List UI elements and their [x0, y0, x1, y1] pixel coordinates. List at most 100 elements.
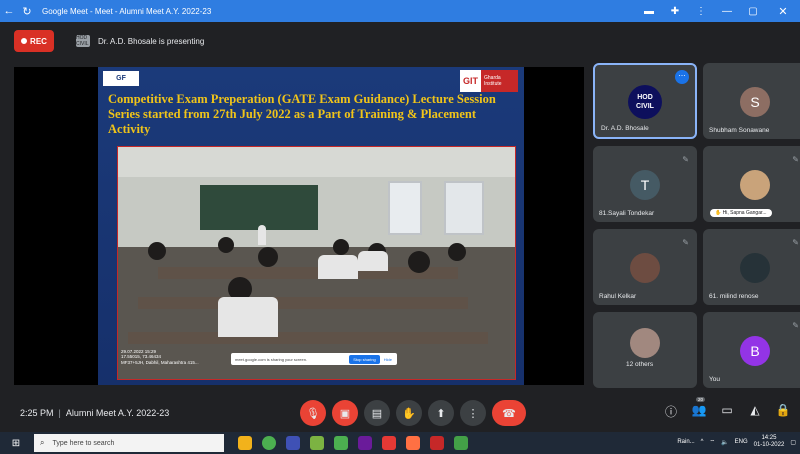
captions-button[interactable]: ▤: [364, 400, 390, 426]
participant-tile[interactable]: 12 others: [593, 312, 697, 388]
participant-tile[interactable]: ✎ B You: [703, 312, 800, 388]
avatar: [740, 253, 770, 283]
meeting-time: 2:25 PM: [20, 408, 54, 418]
cast-icon[interactable]: ▬: [636, 6, 662, 17]
language-text[interactable]: ENG: [735, 439, 748, 445]
side-panel-icons: ⓘ 👥 20 ▭ ◭ 🔒: [662, 397, 792, 420]
host-controls-icon[interactable]: 🔒: [774, 403, 792, 420]
participant-name: 61. milind renose: [709, 293, 759, 300]
classroom-photo: 29.07.2022 15:29 17.55015, 73.46434 MF37…: [117, 146, 516, 380]
chat-icon[interactable]: ▭: [718, 403, 736, 420]
more-options-icon[interactable]: ⋯: [675, 70, 689, 84]
chrome-icon[interactable]: [262, 436, 276, 450]
avatar: T: [630, 170, 660, 200]
search-placeholder: Type here to search: [52, 439, 115, 447]
institute-logo-right: GIT Gharda Institute: [460, 70, 518, 92]
close-button[interactable]: ✕: [766, 5, 800, 18]
screen-share-notice: meet.google.com is sharing your screen. …: [231, 353, 397, 365]
meeting-details-icon[interactable]: ⓘ: [662, 403, 680, 420]
present-button[interactable]: ⬆: [428, 400, 454, 426]
hand-raised-icon: ✋: [715, 210, 723, 216]
avatar: HOD CIVIL: [628, 85, 662, 119]
participant-tile[interactable]: HOD CIVIL ⋯ Dr. A.D. Bhosale: [593, 63, 697, 139]
mic-off-icon: ✎: [792, 321, 799, 330]
participant-name-chip: ✋ Hi, Sapna Gangar...: [710, 209, 772, 217]
avatar: B: [740, 336, 770, 366]
app-icon[interactable]: [358, 436, 372, 450]
separator: |: [58, 408, 61, 418]
system-tray: Rain... ^ ⌔ 🔈 ENG 14:25 01-10-2022 ▢: [677, 435, 796, 449]
participant-tile[interactable]: ✎ 61. milind renose: [703, 229, 800, 305]
stop-sharing-button[interactable]: Stop sharing: [349, 354, 380, 364]
meeting-name: Alumni Meet A.Y. 2022-23: [65, 408, 170, 418]
logo-text: Gharda Institute: [484, 75, 502, 87]
volume-icon[interactable]: 🔈: [721, 439, 728, 446]
mic-toggle-button[interactable]: 🎙: [300, 400, 326, 426]
participant-tile[interactable]: ✎ ✋ Hi, Sapna Gangar...: [703, 146, 800, 222]
participant-name: Shubham Sonawane: [709, 127, 770, 134]
camera-toggle-button[interactable]: ▣: [332, 400, 358, 426]
mic-off-icon: ✎: [792, 238, 799, 247]
raise-hand-button[interactable]: ✋: [396, 400, 422, 426]
participant-tile[interactable]: ✎ T 81.Sayali Tondekar: [593, 146, 697, 222]
people-icon[interactable]: 👥 20: [690, 397, 708, 420]
menu-icon[interactable]: ⋮: [688, 6, 714, 17]
avatar: [630, 253, 660, 283]
meeting-control-bar: 2:25 PM | Alumni Meet A.Y. 2022-23 🎙 ▣ ▤…: [0, 394, 800, 432]
mic-off-icon: ✎: [682, 155, 689, 164]
mic-off-icon: ✎: [682, 238, 689, 247]
wifi-icon[interactable]: ⌔: [709, 438, 715, 446]
app-icon[interactable]: [310, 436, 324, 450]
avatar: [630, 328, 660, 358]
share-text: meet.google.com is sharing your screen.: [235, 356, 308, 362]
tray-chevron-icon[interactable]: ^: [701, 439, 704, 445]
reload-icon[interactable]: ↻: [18, 5, 36, 18]
avatar: S: [740, 87, 770, 117]
participant-name: Rahul Kelkar: [599, 293, 637, 300]
participant-name: Dr. A.D. Bhosale: [601, 125, 649, 132]
participant-name: You: [709, 376, 720, 383]
leave-call-button[interactable]: ☎: [492, 400, 526, 426]
app-icon[interactable]: [334, 436, 348, 450]
photo-geotag: 29.07.2022 15:29 17.55015, 73.46434 MF37…: [121, 348, 199, 365]
presentation-stage: GF GIT Gharda Institute Competitive Exam…: [14, 67, 584, 385]
presenter-text: Dr. A.D. Bhosale is presenting: [98, 36, 205, 46]
record-icon: [21, 38, 28, 44]
app-icon[interactable]: [406, 436, 420, 450]
presenter-avatar-icon: HOD CIVIL: [76, 35, 90, 47]
avatar: [740, 170, 770, 200]
participant-name: 81.Sayali Tondekar: [599, 210, 655, 217]
pdf-icon[interactable]: [430, 436, 444, 450]
rec-label: REC: [30, 36, 47, 46]
weather-text[interactable]: Rain...: [677, 439, 694, 445]
participant-tile[interactable]: ✎ Rahul Kelkar: [593, 229, 697, 305]
participant-count: 20: [696, 397, 706, 402]
window-title: Google Meet - Meet - Alumni Meet A.Y. 20…: [42, 6, 212, 16]
file-explorer-icon[interactable]: [238, 436, 252, 450]
app-icon[interactable]: [382, 436, 396, 450]
extension-icon[interactable]: ✚: [662, 6, 688, 17]
more-options-button[interactable]: ⋮: [460, 400, 486, 426]
windows-start-icon[interactable]: ⊞: [6, 438, 26, 449]
logo-letters: GIT: [460, 70, 482, 92]
app-icon[interactable]: [286, 436, 300, 450]
os-taskbar: ⊞ ⌕ Type here to search Rain... ^ ⌔ 🔈 EN…: [0, 432, 800, 454]
shared-slide: GF GIT Gharda Institute Competitive Exam…: [98, 67, 524, 385]
participant-tile[interactable]: S Shubham Sonawane: [703, 63, 800, 139]
search-icon: ⌕: [40, 438, 45, 447]
participant-name: 12 others: [626, 361, 654, 368]
back-arrow-icon[interactable]: ←: [0, 5, 18, 17]
maximize-button[interactable]: ▢: [740, 6, 766, 17]
hide-button[interactable]: Hide: [384, 357, 392, 362]
minimize-button[interactable]: —: [714, 6, 740, 17]
system-clock[interactable]: 14:25 01-10-2022: [754, 435, 785, 449]
blackboard: [200, 185, 318, 230]
activities-icon[interactable]: ◭: [746, 403, 764, 420]
call-controls: 🎙 ▣ ▤ ✋ ⬆ ⋮ ☎: [300, 400, 526, 426]
presenting-bar: REC HOD CIVIL Dr. A.D. Bhosale is presen…: [0, 22, 800, 60]
notifications-icon[interactable]: ▢: [790, 439, 796, 446]
meet-icon[interactable]: [454, 436, 468, 450]
institute-logo-left: GF: [103, 71, 139, 86]
taskbar-search[interactable]: ⌕ Type here to search: [34, 434, 224, 452]
rec-badge[interactable]: REC: [14, 30, 54, 52]
